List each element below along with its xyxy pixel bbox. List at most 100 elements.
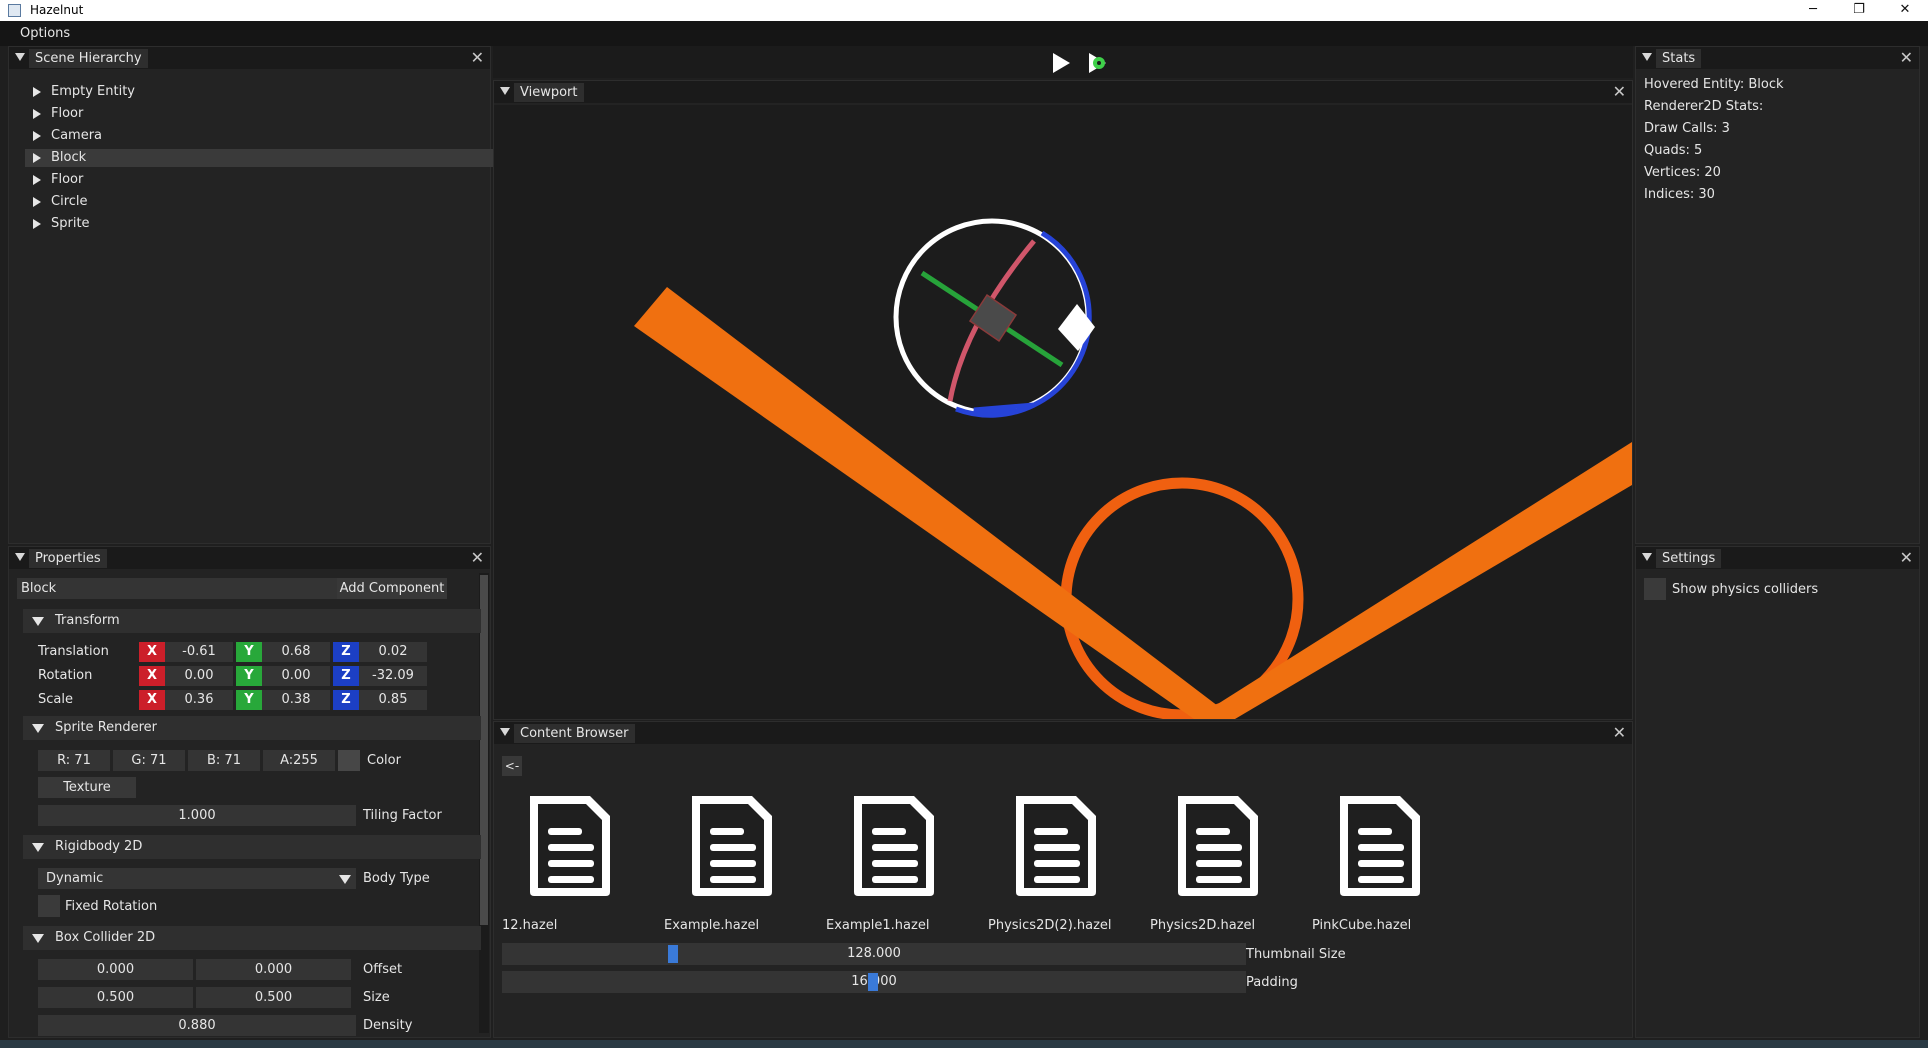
collapse-arrow-icon[interactable]	[1642, 553, 1652, 561]
axis-x-button[interactable]: X	[139, 690, 165, 710]
expand-arrow-icon[interactable]	[33, 197, 41, 207]
transform-z-input[interactable]: 0.85	[359, 690, 427, 710]
color-b-input[interactable]: B: 71	[188, 750, 260, 771]
color-r-input[interactable]: R: 71	[38, 750, 110, 771]
scene-hierarchy-tabbar: Scene Hierarchy ✕	[9, 47, 490, 69]
axis-y-button[interactable]: Y	[236, 666, 262, 686]
box-collider-header[interactable]: Box Collider 2D	[23, 926, 481, 950]
close-icon[interactable]: ✕	[1900, 548, 1913, 567]
collapse-arrow-icon[interactable]	[15, 553, 25, 561]
menu-options[interactable]: Options	[20, 26, 70, 41]
tab-stats[interactable]: Stats	[1656, 49, 1702, 68]
thumbnail-size-label: Thumbnail Size	[1246, 947, 1346, 962]
collapse-arrow-icon	[32, 934, 44, 943]
collapse-arrow-icon[interactable]	[1642, 53, 1652, 61]
expand-arrow-icon[interactable]	[33, 87, 41, 97]
transform-y-input[interactable]: 0.38	[262, 690, 330, 710]
file-icon	[854, 796, 934, 896]
tab-settings[interactable]: Settings	[1656, 549, 1722, 568]
slider-grab[interactable]	[868, 973, 878, 991]
collapse-arrow-icon[interactable]	[500, 728, 510, 736]
file-icon	[692, 796, 772, 896]
properties-scrollbar-thumb[interactable]	[480, 575, 488, 925]
minimize-button[interactable]: ─	[1790, 0, 1836, 21]
offset-x-input[interactable]: 0.000	[38, 959, 193, 980]
close-icon[interactable]: ✕	[1900, 48, 1913, 67]
settings-panel: Settings ✕ Show physics colliders	[1635, 546, 1920, 1038]
size-x-input[interactable]: 0.500	[38, 987, 193, 1008]
axis-z-button[interactable]: Z	[333, 666, 359, 686]
tiling-factor-input[interactable]: 1.000	[38, 805, 356, 826]
expand-arrow-icon[interactable]	[33, 153, 41, 163]
tab-properties[interactable]: Properties	[29, 549, 107, 568]
file-icon	[530, 796, 610, 896]
transform-x-input[interactable]: -0.61	[165, 642, 233, 662]
axis-y-button[interactable]: Y	[236, 690, 262, 710]
tree-item[interactable]: Circle	[25, 193, 495, 211]
close-icon[interactable]: ✕	[471, 48, 484, 67]
stats-line: Hovered Entity: Block	[1644, 77, 1784, 92]
entity-name-input[interactable]: Block	[17, 578, 337, 599]
tab-scene-hierarchy[interactable]: Scene Hierarchy	[29, 49, 148, 68]
close-icon[interactable]: ✕	[1613, 723, 1626, 742]
transform-z-input[interactable]: 0.02	[359, 642, 427, 662]
tree-item[interactable]: Empty Entity	[25, 83, 495, 101]
tree-item[interactable]: Floor	[25, 105, 495, 123]
sprite-renderer-header[interactable]: Sprite Renderer	[23, 716, 481, 740]
simulate-icon[interactable]	[1087, 52, 1109, 74]
color-a-input[interactable]: A:255	[263, 750, 335, 771]
axis-z-button[interactable]: Z	[333, 690, 359, 710]
stats-line: Quads: 5	[1644, 143, 1703, 158]
tree-item[interactable]: Sprite	[25, 215, 495, 233]
transform-x-input[interactable]: 0.00	[165, 666, 233, 686]
slider-grab[interactable]	[668, 945, 678, 963]
viewport-tabbar: Viewport ✕	[494, 81, 1632, 103]
size-y-input[interactable]: 0.500	[196, 987, 351, 1008]
maximize-button[interactable]: ❐	[1836, 0, 1882, 21]
box-collider-title: Box Collider 2D	[55, 930, 156, 945]
collapse-arrow-icon[interactable]	[500, 87, 510, 95]
expand-arrow-icon[interactable]	[33, 109, 41, 119]
offset-y-input[interactable]: 0.000	[196, 959, 351, 980]
add-component-button[interactable]: Add Component	[337, 578, 447, 599]
body-type-select[interactable]: Dynamic	[38, 868, 356, 889]
density-input[interactable]: 0.880	[38, 1015, 356, 1036]
back-button[interactable]: <-	[502, 756, 522, 776]
fixed-rotation-checkbox[interactable]	[38, 895, 60, 917]
transform-x-input[interactable]: 0.36	[165, 690, 233, 710]
stats-line: Renderer2D Stats:	[1644, 99, 1764, 114]
axis-x-button[interactable]: X	[139, 642, 165, 662]
color-label: Color	[367, 753, 401, 768]
transform-z-input[interactable]: -32.09	[359, 666, 427, 686]
collapse-arrow-icon[interactable]	[15, 53, 25, 61]
rigidbody-header[interactable]: Rigidbody 2D	[23, 835, 481, 859]
scene-canvas[interactable]	[494, 105, 1632, 719]
tab-content-browser[interactable]: Content Browser	[514, 724, 635, 743]
axis-y-button[interactable]: Y	[236, 642, 262, 662]
axis-z-button[interactable]: Z	[333, 642, 359, 662]
thumbnail-size-slider[interactable]: 128.000	[502, 943, 1246, 965]
axis-x-button[interactable]: X	[139, 666, 165, 686]
transform-row-label: Rotation	[38, 668, 93, 683]
transform-header[interactable]: Transform	[23, 609, 481, 633]
close-window-button[interactable]: ✕	[1882, 0, 1928, 21]
file-icon	[1016, 796, 1096, 896]
close-icon[interactable]: ✕	[1613, 82, 1626, 101]
color-g-input[interactable]: G: 71	[113, 750, 185, 771]
chevron-down-icon[interactable]	[339, 875, 351, 884]
texture-button[interactable]: Texture	[38, 777, 136, 798]
transform-y-input[interactable]: 0.68	[262, 642, 330, 662]
tree-item[interactable]: Camera	[25, 127, 495, 145]
transform-y-input[interactable]: 0.00	[262, 666, 330, 686]
close-icon[interactable]: ✕	[471, 548, 484, 567]
show-colliders-checkbox[interactable]	[1644, 578, 1666, 600]
play-icon[interactable]	[1051, 52, 1071, 74]
expand-arrow-icon[interactable]	[33, 131, 41, 141]
padding-slider[interactable]: 16.000	[502, 971, 1246, 993]
tab-viewport[interactable]: Viewport	[514, 83, 584, 102]
tree-item[interactable]: Floor	[25, 171, 495, 189]
expand-arrow-icon[interactable]	[33, 219, 41, 229]
tree-item[interactable]: Block	[25, 149, 495, 167]
color-swatch[interactable]	[338, 750, 360, 771]
expand-arrow-icon[interactable]	[33, 175, 41, 185]
